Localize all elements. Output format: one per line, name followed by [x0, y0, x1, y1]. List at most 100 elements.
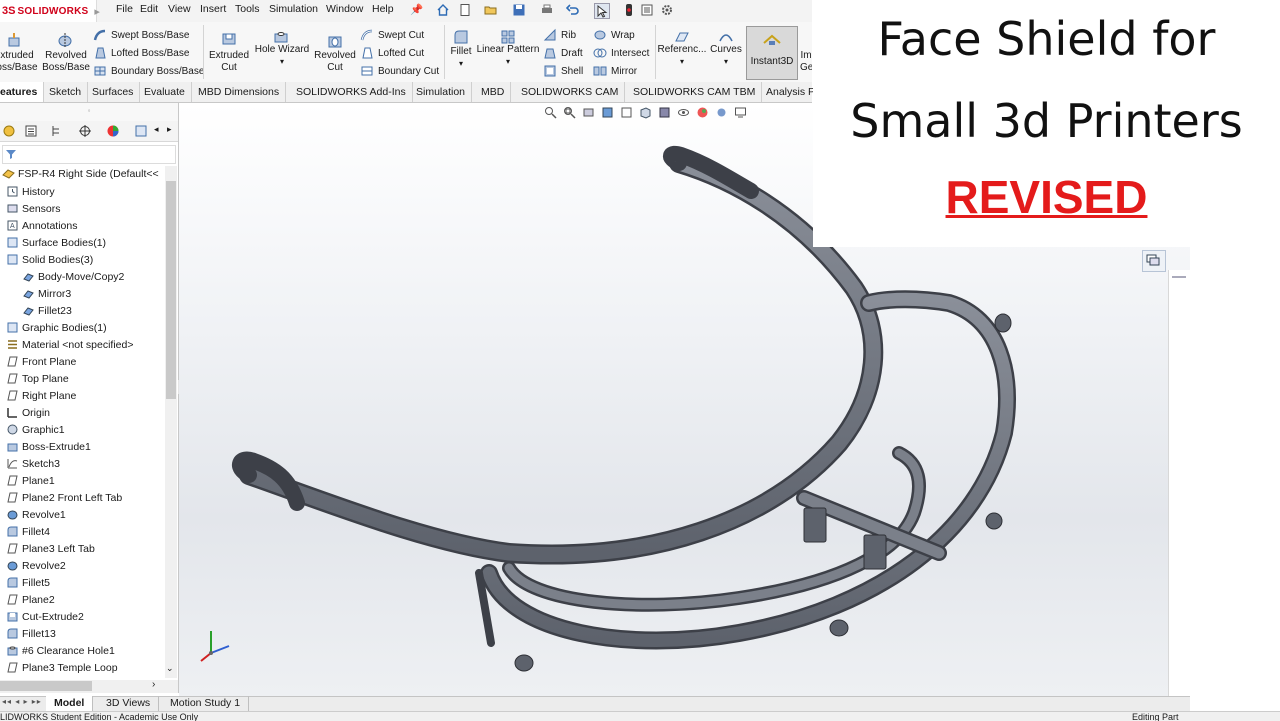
tab-scroll-right-icon[interactable]: ▸	[167, 124, 172, 135]
tree-item[interactable]: Fillet23	[22, 302, 72, 319]
tab-3d-views[interactable]: 3D Views	[98, 696, 160, 711]
tab-scroll-left-icon[interactable]: ◂	[154, 124, 159, 135]
tab-simulation[interactable]: Simulation	[410, 82, 473, 102]
undo-icon[interactable]	[565, 3, 580, 17]
select-arrow-icon[interactable]	[594, 3, 610, 19]
panel-collapse-handle[interactable]: ◦	[0, 103, 178, 122]
task-pane-grip[interactable]	[1172, 276, 1186, 278]
fillet-button[interactable]: Fillet ▾	[446, 46, 476, 70]
tree-item[interactable]: Sensors	[6, 200, 61, 217]
tree-item[interactable]: Origin	[6, 404, 50, 421]
display-manager-tab-icon[interactable]	[106, 124, 120, 138]
menu-simulation[interactable]: Simulation	[269, 3, 318, 15]
tree-item[interactable]: Plane2 Front Left Tab	[6, 489, 122, 506]
horizontal-scroll-right-icon[interactable]: ›	[152, 679, 155, 690]
swept-boss-button[interactable]: Swept Boss/Base	[93, 28, 189, 42]
traffic-light-icon[interactable]	[622, 3, 636, 17]
tree-item[interactable]: Cut-Extrude2	[6, 608, 84, 625]
menu-help[interactable]: Help	[372, 3, 394, 15]
tree-horizontal-scrollbar[interactable]: ›	[0, 679, 178, 693]
tree-item[interactable]: Surface Bodies(1)	[6, 234, 106, 251]
truncated-command[interactable]: Im Ge	[800, 50, 812, 74]
tree-item[interactable]: A Annotations	[6, 217, 77, 234]
revolved-boss-button[interactable]: Revolved Boss/Base	[42, 50, 90, 74]
tab-evaluate[interactable]: Evaluate	[138, 82, 192, 102]
home-icon[interactable]	[436, 3, 450, 17]
tab-solidworks-cam[interactable]: SOLIDWORKS CAM	[515, 82, 626, 102]
tree-scroll-down-icon[interactable]: ⌄	[166, 663, 174, 674]
tree-item[interactable]: Plane3 Temple Loop	[6, 659, 118, 676]
print-icon[interactable]	[540, 3, 554, 17]
cam-tab-icon[interactable]	[134, 124, 148, 138]
tree-item[interactable]: Sketch3	[6, 455, 60, 472]
swept-cut-button[interactable]: Swept Cut	[360, 28, 424, 42]
tree-item[interactable]: Graphic1	[6, 421, 65, 438]
tab-analysis[interactable]: Analysis P	[760, 82, 821, 102]
tab-surfaces[interactable]: Surfaces	[86, 82, 141, 102]
configuration-manager-tab-icon[interactable]	[50, 124, 64, 138]
file-properties-icon[interactable]	[640, 3, 654, 17]
menu-window[interactable]: Window	[326, 3, 363, 15]
tab-mbd[interactable]: MBD	[475, 82, 512, 102]
tree-item[interactable]: Solid Bodies(3)	[6, 251, 93, 268]
property-manager-tab-icon[interactable]	[24, 124, 38, 138]
instant3d-button[interactable]: Instant3D	[746, 26, 798, 80]
tab-mbd-dimensions[interactable]: MBD Dimensions	[192, 82, 287, 102]
extruded-boss-button[interactable]: xtruded oss/Base	[0, 50, 38, 74]
tree-item[interactable]: Plane1	[6, 472, 55, 489]
task-pane-toggle-icon[interactable]	[1142, 250, 1166, 272]
linear-pattern-button[interactable]: Linear Pattern ▾	[476, 44, 540, 68]
tree-root[interactable]: FSP-R4 Right Side (Default<<	[2, 165, 159, 182]
tree-item[interactable]: Fillet5	[6, 574, 50, 591]
horizontal-scroll-thumb[interactable]	[0, 681, 92, 691]
options-gear-icon[interactable]	[660, 3, 674, 17]
lofted-cut-button[interactable]: Lofted Cut	[360, 46, 424, 60]
tree-scrollbar-thumb[interactable]	[166, 181, 176, 399]
tree-item[interactable]: Graphic Bodies(1)	[6, 319, 107, 336]
shell-button[interactable]: Shell	[543, 64, 583, 78]
tab-solidworks-cam-tbm[interactable]: SOLIDWORKS CAM TBM	[627, 82, 763, 102]
save-icon[interactable]	[512, 3, 526, 17]
tree-item[interactable]: Right Plane	[6, 387, 76, 404]
tree-item[interactable]: Mirror3	[22, 285, 71, 302]
tree-item[interactable]: Revolve1	[6, 506, 66, 523]
tree-item[interactable]: Material <not specified>	[6, 336, 133, 353]
tree-item[interactable]: #6 Clearance Hole1	[6, 642, 115, 659]
wrap-button[interactable]: Wrap	[593, 28, 635, 42]
tree-item[interactable]: Revolve2	[6, 557, 66, 574]
tree-item[interactable]: Plane2	[6, 591, 55, 608]
lofted-boss-button[interactable]: Lofted Boss/Base	[93, 46, 189, 60]
intersect-button[interactable]: Intersect	[593, 46, 649, 60]
menu-tools[interactable]: Tools	[235, 3, 260, 15]
tab-sketch[interactable]: Sketch	[43, 82, 89, 102]
revolved-cut-button[interactable]: Revolved Cut	[312, 50, 358, 74]
draft-button[interactable]: Draft	[543, 46, 583, 60]
tree-item[interactable]: Fillet13	[6, 625, 56, 642]
reference-geometry-button[interactable]: Referenc... ▾	[657, 44, 707, 68]
boundary-cut-button[interactable]: Boundary Cut	[360, 64, 439, 78]
boundary-boss-button[interactable]: Boundary Boss/Base	[93, 64, 204, 78]
tree-item[interactable]: Front Plane	[6, 353, 76, 370]
mirror-button[interactable]: Mirror	[593, 64, 637, 78]
tree-item[interactable]: Top Plane	[6, 370, 69, 387]
bottom-tab-nav-icons[interactable]: ◂◂ ◂ ▸ ▸▸	[2, 697, 42, 706]
rib-button[interactable]: Rib	[543, 28, 576, 42]
tree-item[interactable]: Body-Move/Copy2	[22, 268, 124, 285]
tab-model[interactable]: Model	[46, 696, 94, 711]
filter-box[interactable]	[2, 145, 176, 164]
tree-item[interactable]: Plane3 Left Tab	[6, 540, 95, 557]
new-document-icon[interactable]	[458, 3, 472, 17]
solidworks-logo[interactable]: 3S SOLIDWORKS ▸	[0, 0, 100, 22]
menu-file[interactable]: File	[116, 3, 133, 15]
tab-motion-study-1[interactable]: Motion Study 1	[162, 696, 250, 711]
curves-button[interactable]: Curves ▾	[707, 44, 745, 68]
feature-manager-tab-icon[interactable]	[2, 124, 16, 138]
tree-item[interactable]: History	[6, 183, 55, 200]
pin-icon[interactable]: 📌	[410, 3, 423, 16]
menu-view[interactable]: View	[168, 3, 191, 15]
open-folder-icon[interactable]	[484, 3, 498, 17]
menu-insert[interactable]: Insert	[200, 3, 226, 15]
hole-wizard-button[interactable]: Hole Wizard ▾	[252, 44, 312, 68]
tab-solidworks-add-ins[interactable]: SOLIDWORKS Add-Ins	[290, 82, 413, 102]
tab-features[interactable]: eatures	[0, 82, 45, 102]
